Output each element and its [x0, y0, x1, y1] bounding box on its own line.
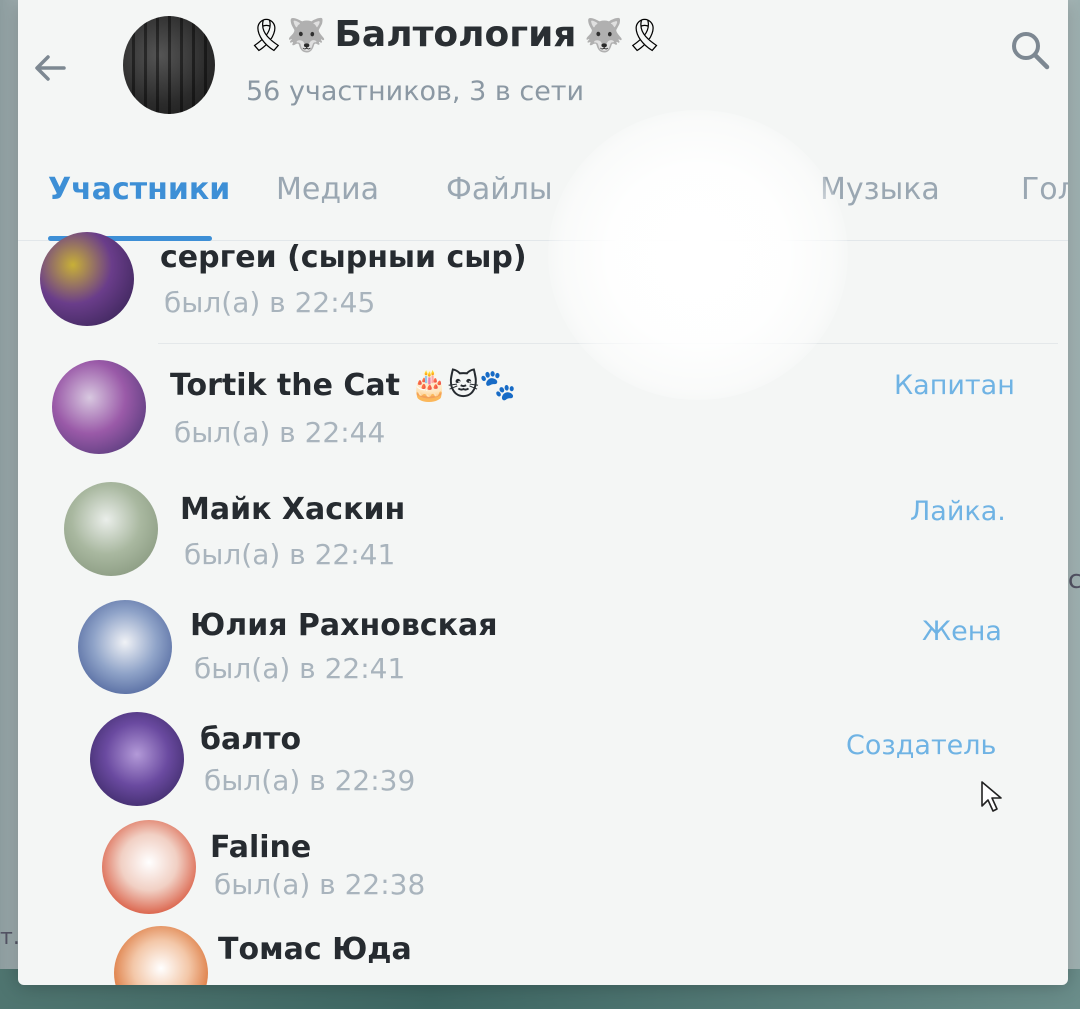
- avatar: [40, 232, 134, 326]
- mouse-cursor-icon: [981, 781, 1002, 812]
- back-arrow-icon[interactable]: [30, 48, 70, 88]
- member-role: Жена: [922, 616, 1002, 647]
- member-role: Капитан: [894, 370, 1015, 401]
- divider: [158, 343, 1058, 344]
- avatar: [102, 820, 196, 914]
- avatar: [90, 712, 184, 806]
- member-name: балто: [200, 722, 302, 757]
- member-name: Томас Юда: [218, 932, 412, 967]
- member-role: Создатель: [846, 730, 997, 761]
- list-item-member[interactable]: балто был(а) в 22:39 Создатель: [18, 708, 1068, 818]
- list-item-member[interactable]: Юлия Рахновская был(а) в 22:41 Жена: [18, 596, 1068, 706]
- member-status: был(а) в 22:38: [214, 868, 426, 901]
- group-info-panel: 🎗🐺 Балтология 🐺🎗 56 участников, 3 в сети…: [18, 0, 1068, 985]
- title-emoji-right: 🐺🎗: [584, 15, 665, 54]
- list-item-member[interactable]: Tortik the Cat 🎂🐱🐾 был(а) в 22:44 Капита…: [18, 356, 1068, 466]
- search-icon[interactable]: [1008, 28, 1052, 72]
- member-role: Лайка.: [910, 496, 1006, 527]
- tab-members[interactable]: Участники: [48, 172, 230, 207]
- group-title: Балтология: [334, 14, 577, 55]
- group-header: 🎗🐺 Балтология 🐺🎗 56 участников, 3 в сети: [18, 0, 1068, 140]
- tab-files[interactable]: Файлы: [446, 172, 553, 207]
- member-emoji: 🎂🐱🐾: [410, 368, 517, 403]
- member-status: был(а) в 22:41: [184, 538, 396, 571]
- member-status: был(а) в 22:41: [194, 652, 406, 685]
- member-name: Майк Хаскин: [180, 492, 406, 527]
- avatar: [64, 482, 158, 576]
- avatar: [114, 926, 208, 985]
- member-name: сергеи (сырныи сыр): [160, 240, 527, 275]
- member-count: 56 участников, 3 в сети: [246, 76, 585, 107]
- title-emoji-left: 🎗🐺: [246, 15, 327, 54]
- tab-bar: Участники Медиа Файлы Музыка Гол: [18, 160, 1068, 241]
- avatar: [78, 600, 172, 694]
- member-name: Tortik the Cat 🎂🐱🐾: [170, 368, 517, 403]
- list-item-member[interactable]: Томас Юда: [18, 920, 1068, 985]
- member-status: был(а) в 22:39: [204, 764, 416, 797]
- member-status: был(а) в 22:44: [174, 416, 386, 449]
- group-title-row: 🎗🐺 Балтология 🐺🎗: [246, 14, 665, 55]
- member-name: Юлия Рахновская: [190, 608, 498, 643]
- member-name: Faline: [210, 830, 312, 865]
- tab-media[interactable]: Медиа: [276, 172, 379, 207]
- member-status: был(а) в 22:45: [164, 286, 376, 319]
- tab-voice[interactable]: Гол: [1021, 172, 1068, 207]
- list-item-member[interactable]: Faline был(а) в 22:38: [18, 816, 1068, 926]
- list-item-member[interactable]: сергеи (сырныи сыр) был(а) в 22:45: [18, 232, 1068, 348]
- avatar: [52, 360, 146, 454]
- list-item-member[interactable]: Майк Хаскин был(а) в 22:41 Лайка.: [18, 478, 1068, 588]
- group-avatar[interactable]: [123, 16, 215, 114]
- tab-music[interactable]: Музыка: [820, 172, 940, 207]
